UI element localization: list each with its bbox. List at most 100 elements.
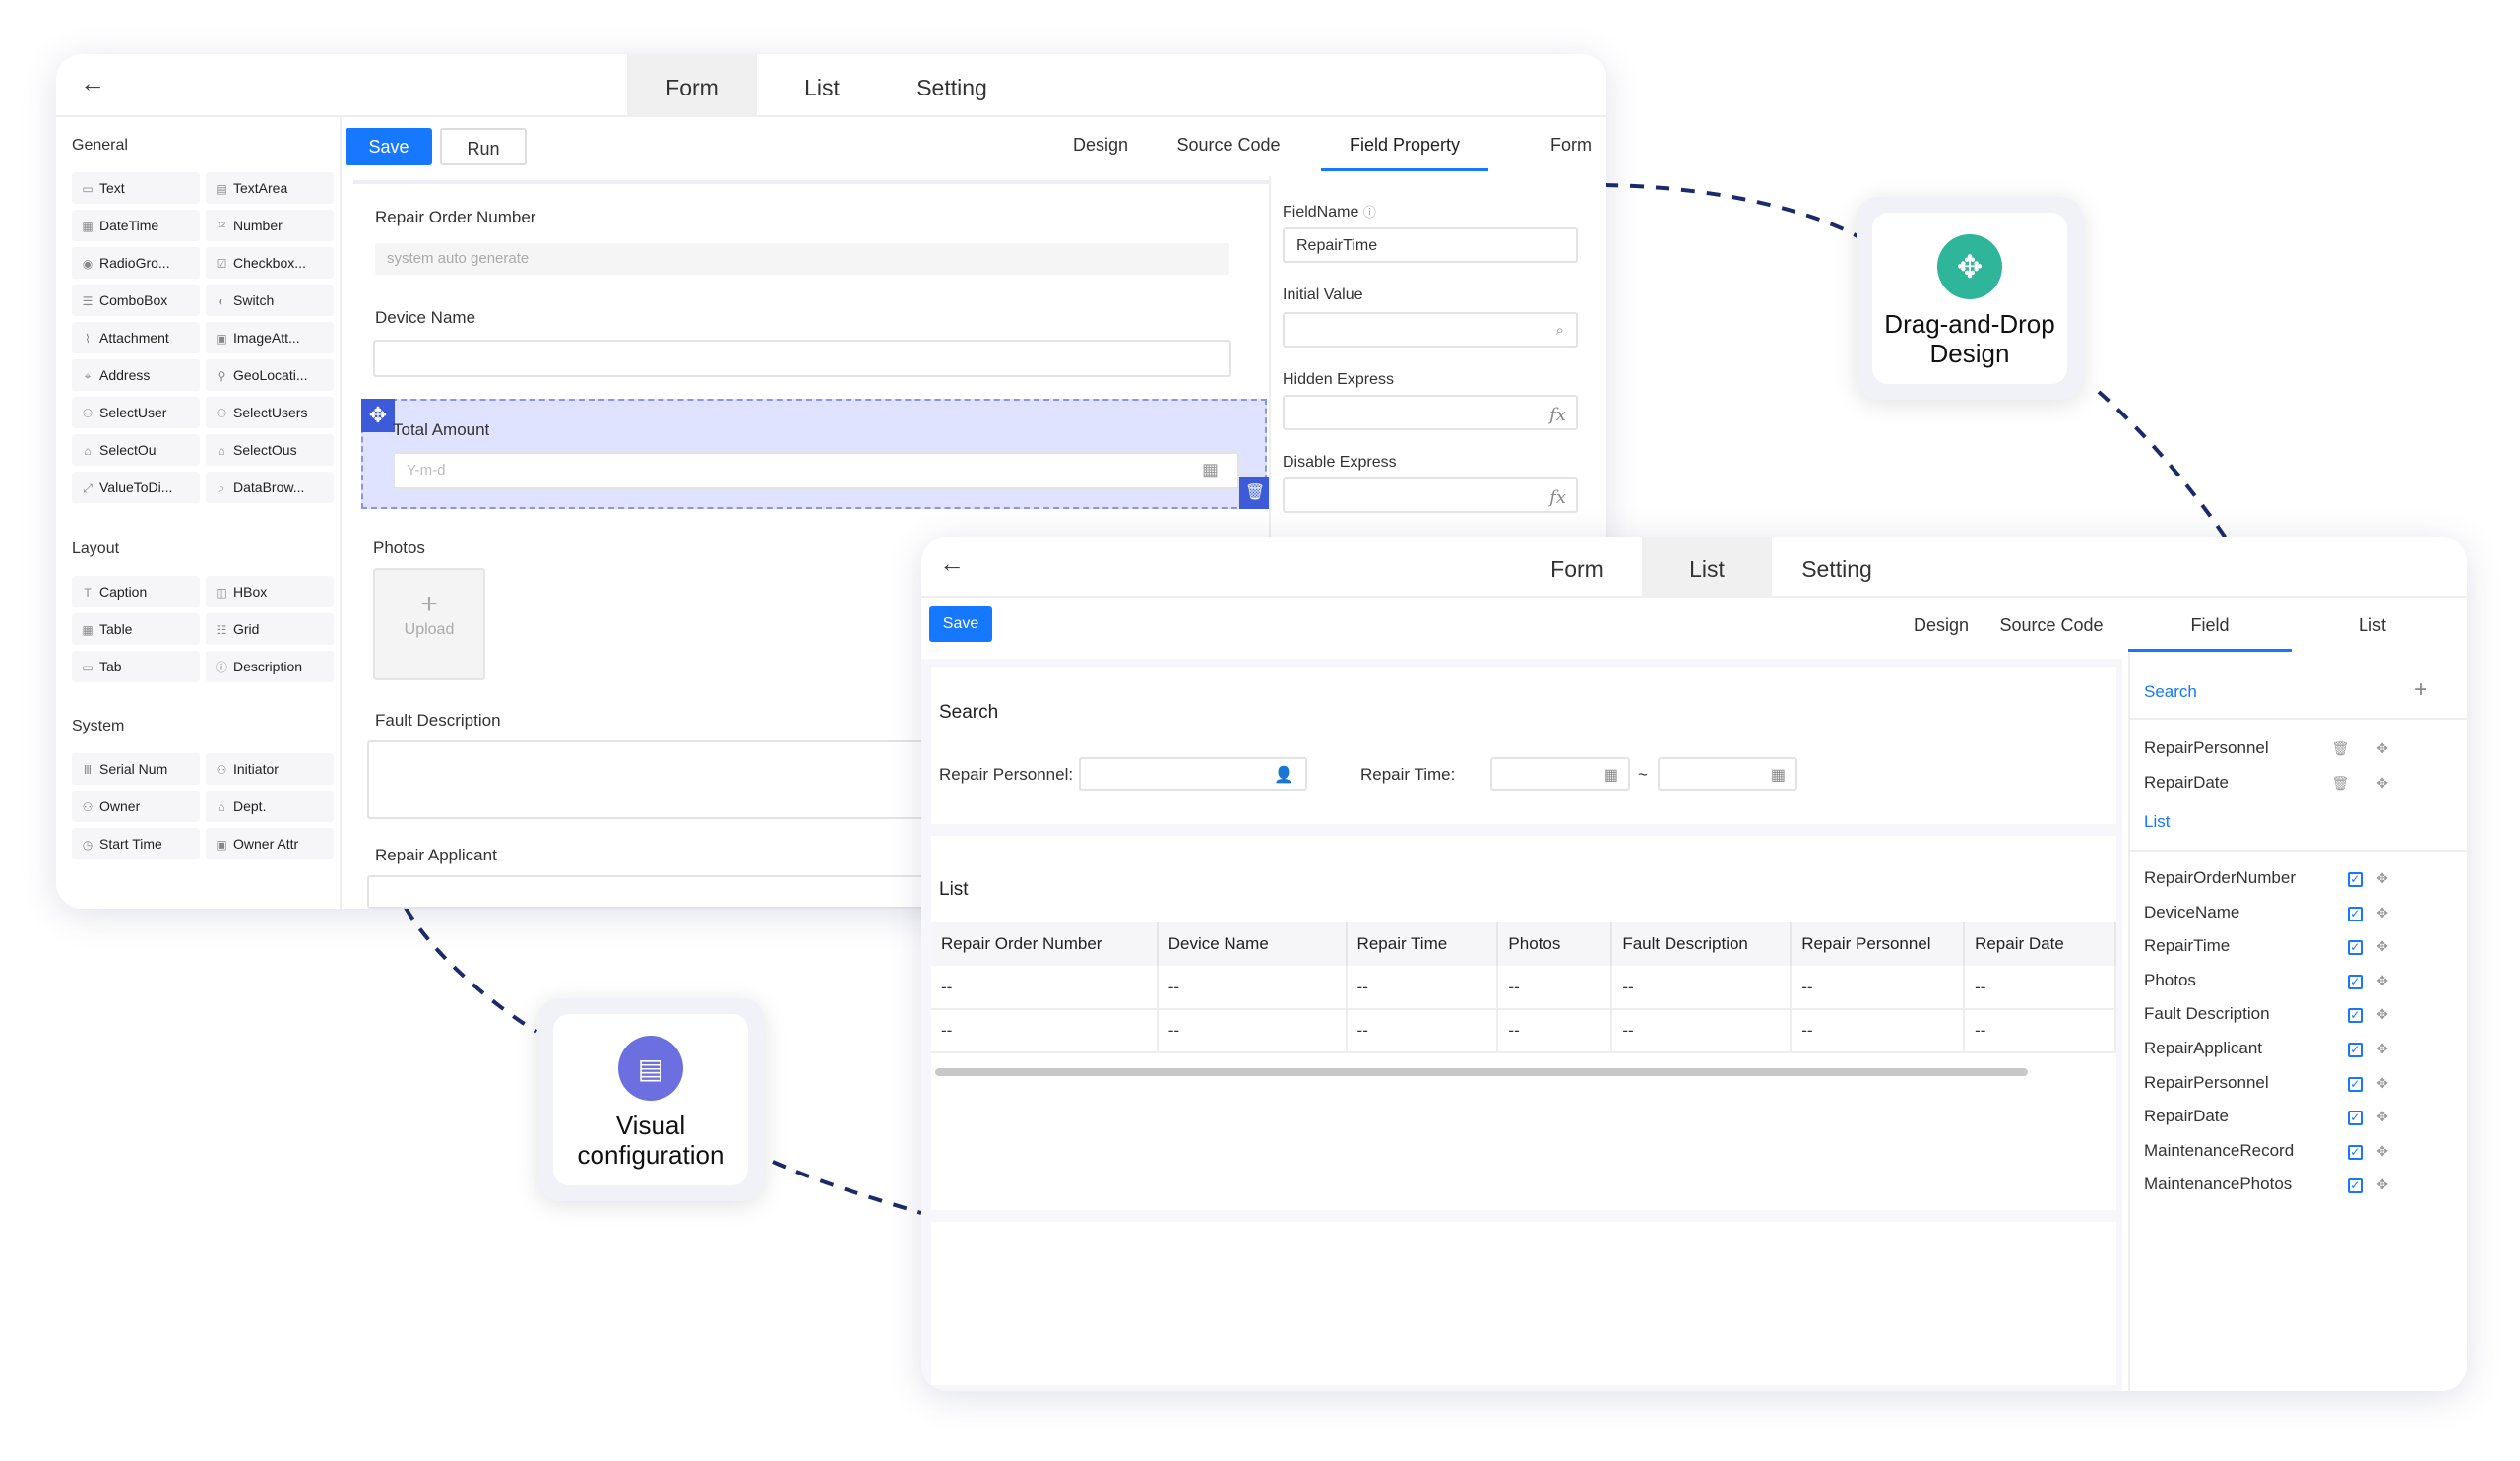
field-row-repairpersonnel[interactable]: RepairPersonnel ✓ ✥ [2144,1066,2429,1100]
palette-item-number[interactable]: ¹² Number [206,210,334,241]
back-arrow-icon[interactable]: ← [939,548,965,579]
delete-icon[interactable]: 🗑 [2331,775,2362,791]
palette-item-owner-attr[interactable]: ▣ Owner Attr [206,828,334,859]
visible-checkbox-icon[interactable]: ✓ [2348,974,2363,989]
visible-checkbox-icon[interactable]: ✓ [2348,1043,2363,1057]
column-header[interactable]: Device Name [1157,922,1348,966]
calendar-icon[interactable]: ▦ [1771,759,1786,793]
tab-list[interactable]: List [757,54,887,117]
palette-item-serial-num[interactable]: Ⅲ Serial Num [72,753,200,785]
drag-handle-icon[interactable]: ✥ [361,399,395,432]
palette-item-table[interactable]: ▦ Table [72,613,200,645]
drag-handle-icon[interactable]: ✥ [2376,1041,2402,1056]
visible-checkbox-icon[interactable]: ✓ [2348,1076,2363,1092]
drag-handle-icon[interactable]: ✥ [2376,1109,2402,1124]
palette-item-hbox[interactable]: ◫ HBox [206,576,334,607]
initial-value-input[interactable]: ⌕ [1283,312,1578,348]
hidden-express-input[interactable]: fx [1283,395,1578,430]
column-header[interactable]: Repair Date [1964,922,2116,966]
palette-item-selectous[interactable]: ⌂ SelectOus [206,434,334,466]
palette-item-start-time[interactable]: ◷ Start Time [72,828,200,859]
drag-handle-icon[interactable]: ✥ [2376,1006,2402,1022]
field-row-fault-description[interactable]: Fault Description ✓ ✥ [2144,997,2429,1031]
subtab-field-property[interactable]: Field Property [1321,135,1488,171]
subtab-field[interactable]: Field [2128,615,2292,652]
palette-item-initiator[interactable]: ⚇ Initiator [206,753,334,785]
delete-icon[interactable]: 🗑 [2331,740,2362,756]
subtab-list[interactable]: List [2296,615,2449,646]
palette-item-dept[interactable]: ⌂ Dept. [206,791,334,822]
visible-checkbox-icon[interactable]: ✓ [2348,1178,2363,1194]
tab-form[interactable]: Form [627,54,757,117]
visible-checkbox-icon[interactable]: ✓ [2348,1144,2363,1160]
calendar-icon[interactable]: ▦ [1604,759,1618,793]
drag-handle-icon[interactable]: ✥ [2376,905,2402,921]
table-row[interactable]: -- -- -- -- -- -- -- [931,966,2116,1010]
table-row[interactable]: -- -- -- -- -- -- -- [931,1009,2116,1053]
tab-setting[interactable]: Setting [887,54,1017,117]
column-header[interactable]: Photos [1497,922,1613,966]
column-header[interactable]: Repair Personnel [1791,922,1966,966]
palette-item-caption[interactable]: T Caption [72,576,200,607]
palette-item-switch[interactable]: ◐ Switch [206,285,334,316]
subtab-design[interactable]: Design [1053,135,1148,165]
repair-time-start-input[interactable]: ▦ [1490,757,1630,791]
repair-order-input[interactable]: system auto generate [375,243,1229,275]
drag-handle-icon[interactable]: ✥ [2376,973,2402,988]
subtab-source-code[interactable]: Source Code [1990,615,2112,646]
field-row-maintenancephotos[interactable]: MaintenancePhotos ✓ ✥ [2144,1168,2429,1201]
tab-list[interactable]: List [1642,537,1772,598]
palette-item-databrow[interactable]: ⌕ DataBrow... [206,472,334,503]
drag-handle-icon[interactable]: ✥ [2376,1075,2402,1091]
drag-handle-icon[interactable]: ✥ [2376,938,2402,954]
visible-checkbox-icon[interactable]: ✓ [2348,872,2363,887]
column-header[interactable]: Fault Description [1611,922,1793,966]
field-name-input[interactable]: RepairTime [1283,227,1578,263]
fx-icon[interactable]: fx [1549,481,1566,515]
save-button[interactable]: Save [929,606,992,642]
save-button[interactable]: Save [346,128,432,165]
field-row-repairordernumber[interactable]: RepairOrderNumber ✓ ✥ [2144,861,2429,895]
palette-item-selectou[interactable]: ⌂ SelectOu [72,434,200,466]
palette-item-selectuser[interactable]: ⚇ SelectUser [72,397,200,428]
add-icon[interactable]: + [2414,676,2427,704]
palette-item-owner[interactable]: ⚇ Owner [72,791,200,822]
palette-item-radiogro[interactable]: ◉ RadioGro... [72,247,200,279]
field-row-repairdate[interactable]: RepairDate ✓ ✥ [2144,1100,2429,1133]
palette-item-valuetodi[interactable]: ⤢ ValueToDi... [72,472,200,503]
subtab-form[interactable]: Form [1512,135,1606,165]
palette-item-geolocati[interactable]: ⚲ GeoLocati... [206,359,334,391]
back-arrow-icon[interactable]: ← [80,68,105,98]
calendar-icon[interactable]: ▦ [1202,460,1219,480]
field-row-repairapplicant[interactable]: RepairApplicant ✓ ✥ [2144,1032,2429,1065]
selected-field-total-amount[interactable]: ✥ Total Amount Y-m-d ▦ 🗑 [361,399,1271,509]
total-amount-date-input[interactable]: Y-m-d [393,452,1239,489]
palette-item-description[interactable]: ⓘ Description [206,651,334,682]
device-name-input[interactable] [373,340,1231,377]
visible-checkbox-icon[interactable]: ✓ [2348,1008,2363,1024]
palette-item-grid[interactable]: ☷ Grid [206,613,334,645]
subtab-design[interactable]: Design [1902,615,1981,646]
visible-checkbox-icon[interactable]: ✓ [2348,940,2363,956]
palette-item-address[interactable]: ⌖ Address [72,359,200,391]
column-header[interactable]: Repair Time [1346,922,1499,966]
drag-handle-icon[interactable]: ✥ [2376,1176,2402,1192]
run-button[interactable]: Run [440,128,527,165]
palette-item-textarea[interactable]: ▤ TextArea [206,172,334,204]
palette-item-tab[interactable]: ▭ Tab [72,651,200,682]
drag-handle-icon[interactable]: ✥ [2376,740,2402,756]
visible-checkbox-icon[interactable]: ✓ [2348,906,2363,921]
horizontal-scrollbar[interactable] [935,1068,2028,1076]
delete-icon[interactable]: 🗑 [1239,477,1271,509]
field-row-repairpersonnel[interactable]: RepairPersonnel 🗑 ✥ [2144,731,2429,765]
field-row-devicename[interactable]: DeviceName ✓ ✥ [2144,896,2429,929]
upload-box[interactable]: + Upload [373,568,485,680]
drag-handle-icon[interactable]: ✥ [2376,775,2402,791]
field-row-repairdate[interactable]: RepairDate 🗑 ✥ [2144,766,2429,799]
repair-personnel-input[interactable]: 👤 [1079,757,1307,791]
field-row-photos[interactable]: Photos ✓ ✥ [2144,964,2429,997]
palette-item-selectusers[interactable]: ⚇ SelectUsers [206,397,334,428]
column-header[interactable]: Repair Order Number [931,922,1159,966]
subtab-source-code[interactable]: Source Code [1169,135,1288,165]
palette-item-imageatt[interactable]: ▣ ImageAtt... [206,322,334,353]
